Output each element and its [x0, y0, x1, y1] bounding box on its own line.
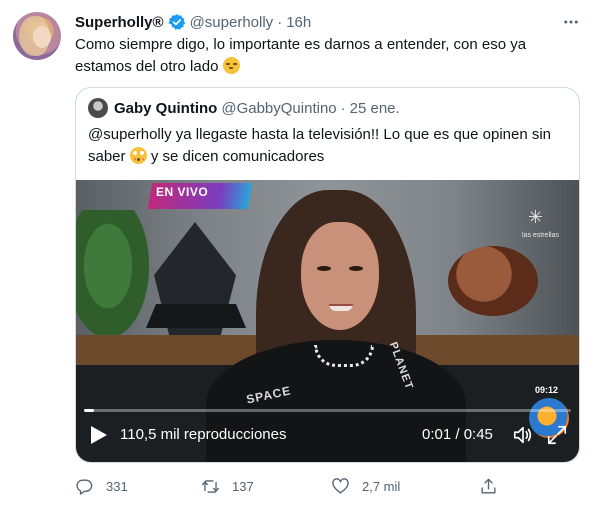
retweet-count: 137: [232, 478, 254, 494]
quote-text: @superholly ya llegaste hasta la televis…: [88, 124, 568, 168]
tweet-actions: 331 137 2,7 mil: [75, 476, 505, 496]
play-icon[interactable]: [90, 425, 108, 445]
video-person-face: [301, 222, 379, 330]
like-button[interactable]: 2,7 mil: [331, 476, 400, 496]
video-progress-bar[interactable]: [84, 409, 571, 412]
video-clock: 09:12: [535, 385, 559, 395]
more-options-button[interactable]: [560, 12, 582, 32]
video-person-eye-left: [317, 266, 331, 271]
video-plant: [76, 210, 156, 350]
author-handle[interactable]: @superholly: [190, 14, 274, 31]
flushed-face-icon: [129, 147, 147, 164]
live-banner-text: EN VIVO: [156, 185, 209, 199]
video-progress-fill: [84, 409, 94, 412]
quote-text-part-2: y se dicen comunicadores: [150, 148, 325, 165]
share-button[interactable]: [479, 476, 498, 496]
quote-author-handle[interactable]: @GabbyQuintino: [221, 100, 336, 117]
video-person-eye-right: [349, 266, 363, 271]
smirking-face-icon: [222, 57, 240, 74]
more-horizontal-icon: [564, 20, 578, 24]
retweet-button[interactable]: 137: [201, 476, 254, 496]
reply-count: 331: [106, 478, 128, 494]
quote-author-name[interactable]: Gaby Quintino: [114, 100, 217, 117]
tweet-time[interactable]: 16h: [286, 14, 311, 31]
reply-icon: [76, 478, 93, 495]
verified-badge-icon: [167, 14, 185, 30]
tweet-header: Superholly® @superholly · 16h: [75, 12, 311, 32]
share-icon: [481, 478, 496, 494]
video-person-mouth: [329, 304, 353, 311]
author-name[interactable]: Superholly®: [75, 14, 164, 31]
volume-icon[interactable]: [512, 424, 534, 446]
quote-avatar[interactable]: [88, 98, 108, 118]
channel-logo-icon: ✳: [528, 207, 544, 227]
tweet[interactable]: Superholly® @superholly · 16h Como siemp…: [0, 0, 596, 509]
separator-dot: ·: [277, 13, 283, 31]
video-controls: 110,5 mil reproducciones 0:01 / 0:45: [76, 420, 579, 450]
quote-header: Gaby Quintino @GabbyQuintino · 25 ene.: [88, 98, 400, 118]
quoted-tweet[interactable]: Gaby Quintino @GabbyQuintino · 25 ene. @…: [75, 87, 580, 463]
reply-button[interactable]: 331: [75, 476, 128, 496]
channel-logo-text: las estrellas: [522, 232, 559, 239]
quote-date[interactable]: 25 ene.: [350, 100, 400, 117]
heart-icon: [332, 477, 349, 494]
quote-separator-dot: ·: [340, 99, 346, 117]
avatar-face: [33, 26, 51, 48]
like-count: 2,7 mil: [362, 478, 401, 494]
tweet-text-body: Como siempre digo, lo importante es darn…: [75, 36, 527, 75]
retweet-icon: [201, 479, 220, 493]
video-bowl: [448, 246, 538, 316]
video-player[interactable]: EN VIVO ✳ las estrellas SPACE PLANET 09:…: [76, 180, 579, 462]
avatar[interactable]: [13, 12, 61, 60]
view-count: 110,5 mil reproducciones: [120, 426, 287, 443]
video-timecode: 0:01 / 0:45: [422, 426, 493, 443]
fullscreen-icon[interactable]: [546, 424, 568, 446]
tweet-text: Como siempre digo, lo importante es darn…: [75, 34, 545, 78]
